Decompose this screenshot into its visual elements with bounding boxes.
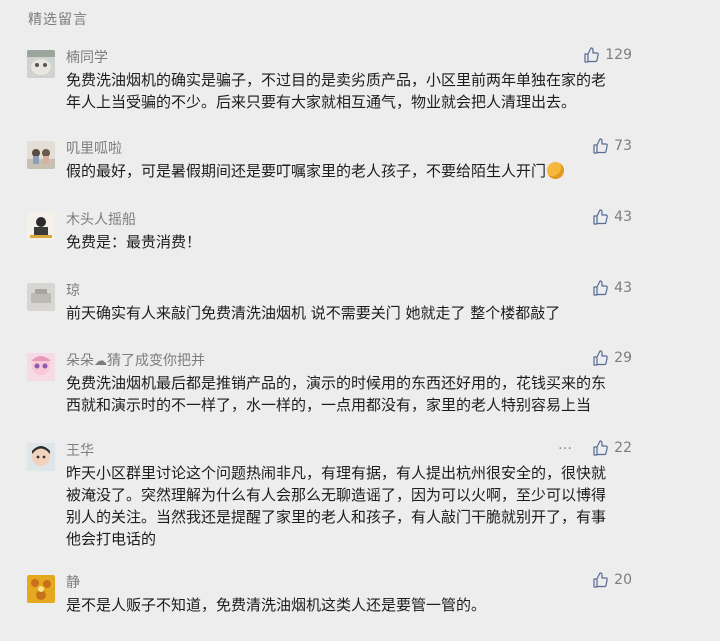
comment-text: 免费洗油烟机的确实是骗子，不过目的是卖劣质产品，小区里前两年单独在家的老 年人上… — [66, 71, 607, 111]
like-button[interactable]: 73 — [592, 138, 632, 154]
thumbs-up-icon — [593, 350, 609, 366]
fist-emoji-icon — [547, 162, 565, 179]
comment-text: 前天确实有人来敲门免费清洗油烟机 说不需要关门 她就走了 整个楼都敲了 — [66, 304, 561, 322]
avatar[interactable] — [27, 50, 55, 78]
comment-text: 免费洗油烟机最后都是推销产品的，演示的时候用的东西还好用的，花钱买来的东 西就和… — [66, 374, 607, 414]
like-button[interactable]: 43 — [592, 280, 632, 296]
comment-text: 是不是人贩子不知道，免费清洗油烟机这类人还是要管一管的。 — [66, 596, 487, 614]
avatar[interactable] — [27, 283, 55, 311]
like-button[interactable]: 20 — [592, 572, 632, 588]
avatar[interactable] — [27, 443, 55, 471]
cloud-icon: ☁ — [94, 354, 107, 369]
like-button[interactable]: 43 — [592, 209, 632, 225]
commenter-name[interactable]: 楠同学 — [66, 47, 108, 67]
commenter-name[interactable]: 叽里呱啦 — [66, 138, 122, 158]
like-button[interactable]: 29 — [592, 350, 632, 366]
comment-text: 假的最好，可是暑假期间还是要叮嘱家里的老人孩子，不要给陌生人开门 — [66, 162, 547, 180]
commenter-name[interactable]: 王华 — [66, 440, 94, 460]
like-count: 22 — [614, 440, 632, 456]
avatar[interactable] — [27, 353, 55, 381]
commenter-name[interactable]: 琼 — [66, 280, 80, 300]
like-button[interactable]: 22 — [592, 440, 632, 456]
avatar[interactable] — [27, 575, 55, 603]
thumbs-up-icon — [584, 47, 600, 63]
more-options-button[interactable]: … — [558, 437, 573, 453]
thumbs-up-icon — [593, 280, 609, 296]
section-title: 精选留言 — [28, 12, 88, 28]
thumbs-up-icon — [593, 209, 609, 225]
avatar[interactable] — [27, 212, 55, 240]
thumbs-up-icon — [593, 572, 609, 588]
like-count: 43 — [614, 209, 632, 225]
like-count: 29 — [614, 350, 632, 366]
like-button[interactable]: 129 — [583, 47, 632, 63]
comment-text: 免费是：最贵消费！ — [66, 233, 202, 251]
like-count: 43 — [614, 280, 632, 296]
avatar[interactable] — [27, 141, 55, 169]
commenter-name[interactable]: 木头人摇船 — [66, 209, 136, 229]
like-count: 129 — [605, 47, 632, 63]
thumbs-up-icon — [593, 138, 609, 154]
commenter-name[interactable]: 静 — [66, 572, 80, 592]
commenter-name[interactable]: 朵朵☁猜了成变你把并 — [66, 350, 205, 370]
like-count: 73 — [614, 138, 632, 154]
thumbs-up-icon — [593, 440, 609, 456]
comment-text: 昨天小区群里讨论这个问题热闹非凡，有理有据，有人提出杭州很安全的，很快就 被淹没… — [66, 464, 607, 548]
like-count: 20 — [614, 572, 632, 588]
